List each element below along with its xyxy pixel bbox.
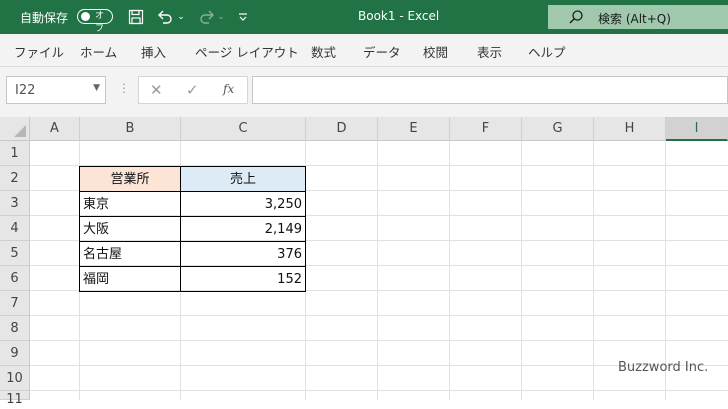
autosave-label: 自動保存	[20, 11, 69, 25]
row-header-10[interactable]: 10	[0, 366, 30, 391]
name-box[interactable]: I22 ▼	[6, 76, 106, 104]
gridline	[449, 141, 450, 400]
tab-view[interactable]: 表示	[477, 42, 502, 61]
tab-help[interactable]: ヘルプ	[528, 42, 566, 61]
tab-formulas[interactable]: 数式	[311, 42, 336, 61]
table-header-sales[interactable]: 売上	[180, 166, 306, 192]
autosave-toggle[interactable]: オフ	[77, 9, 113, 34]
row-header-8[interactable]: 8	[0, 316, 30, 341]
table-cell-office[interactable]: 名古屋	[79, 241, 181, 267]
ribbon-tabs: ファイル ホーム 挿入 ページ レイアウト 数式 データ 校閲 表示 ヘルプ	[0, 34, 728, 67]
table-cell-office[interactable]: 東京	[79, 191, 181, 217]
undo-dropdown-icon[interactable]: ⌄	[176, 7, 186, 27]
gridline	[521, 141, 522, 400]
autosave-state: オフ	[95, 11, 105, 34]
title-bar: 自動保存 オフ ⌄ ⌄ Book1 - Excel 検索 (Alt+Q)	[0, 0, 728, 34]
search-box[interactable]: 検索 (Alt+Q)	[548, 5, 728, 29]
formula-buttons: ✕ ✓ fx	[138, 76, 248, 104]
window-title: Book1 - Excel	[358, 9, 440, 23]
search-placeholder: 検索 (Alt+Q)	[598, 12, 671, 26]
redo-dropdown-icon[interactable]: ⌄	[216, 7, 226, 27]
column-header-c[interactable]: C	[181, 117, 306, 141]
formula-bar-grip-icon[interactable]: ⋮	[118, 81, 130, 95]
save-icon[interactable]	[126, 7, 146, 27]
column-header-a[interactable]: A	[30, 117, 80, 141]
insert-function-icon[interactable]: fx	[223, 82, 234, 96]
redo-icon[interactable]	[197, 7, 217, 27]
tab-insert[interactable]: 挿入	[141, 42, 166, 61]
search-icon	[568, 9, 584, 29]
tab-home[interactable]: ホーム	[80, 42, 117, 61]
cancel-icon[interactable]: ✕	[150, 81, 163, 99]
gridline	[377, 141, 378, 400]
row-header-5[interactable]: 5	[0, 241, 30, 266]
row-header-11[interactable]: 11	[0, 391, 30, 407]
toggle-knob	[81, 12, 90, 21]
name-box-value: I22	[15, 83, 36, 98]
row-header-7[interactable]: 7	[0, 291, 30, 316]
row-header-9[interactable]: 9	[0, 341, 30, 366]
table-cell-sales[interactable]: 152	[180, 266, 306, 292]
select-all-triangle-icon	[14, 125, 26, 137]
row-header-3[interactable]: 3	[0, 191, 30, 216]
table-cell-sales[interactable]: 376	[180, 241, 306, 267]
gridline	[30, 340, 728, 341]
table-cell-sales[interactable]: 2,149	[180, 216, 306, 242]
column-header-h[interactable]: H	[594, 117, 666, 141]
table-cell-sales[interactable]: 3,250	[180, 191, 306, 217]
tab-file[interactable]: ファイル	[14, 42, 64, 61]
column-header-f[interactable]: F	[450, 117, 522, 141]
row-header-6[interactable]: 6	[0, 266, 30, 291]
customize-quick-access-icon[interactable]	[236, 7, 250, 27]
column-header-d[interactable]: D	[306, 117, 378, 141]
column-header-b[interactable]: B	[80, 117, 181, 141]
tab-page-layout[interactable]: ページ レイアウト	[195, 42, 299, 61]
table-header-office[interactable]: 営業所	[79, 166, 181, 192]
gridline	[30, 390, 728, 391]
name-box-dropdown-icon[interactable]: ▼	[93, 83, 100, 93]
table-cell-office[interactable]: 大阪	[79, 216, 181, 242]
enter-icon[interactable]: ✓	[186, 81, 199, 99]
column-header-i[interactable]: I	[666, 117, 728, 141]
gridline	[30, 315, 728, 316]
row-header-4[interactable]: 4	[0, 216, 30, 241]
undo-icon[interactable]	[155, 7, 175, 27]
select-all-button[interactable]	[0, 117, 30, 141]
row-header-1[interactable]: 1	[0, 141, 30, 166]
column-header-g[interactable]: G	[522, 117, 594, 141]
column-header-e[interactable]: E	[378, 117, 450, 141]
gridline	[593, 141, 594, 400]
formula-bar: I22 ▼ ⋮ ✕ ✓ fx	[0, 67, 728, 117]
formula-input[interactable]	[252, 76, 728, 104]
row-header-2[interactable]: 2	[0, 166, 30, 191]
watermark: Buzzword Inc.	[618, 360, 709, 375]
tab-data[interactable]: データ	[363, 42, 401, 61]
tab-review[interactable]: 校閲	[423, 42, 448, 61]
table-cell-office[interactable]: 福岡	[79, 266, 181, 292]
